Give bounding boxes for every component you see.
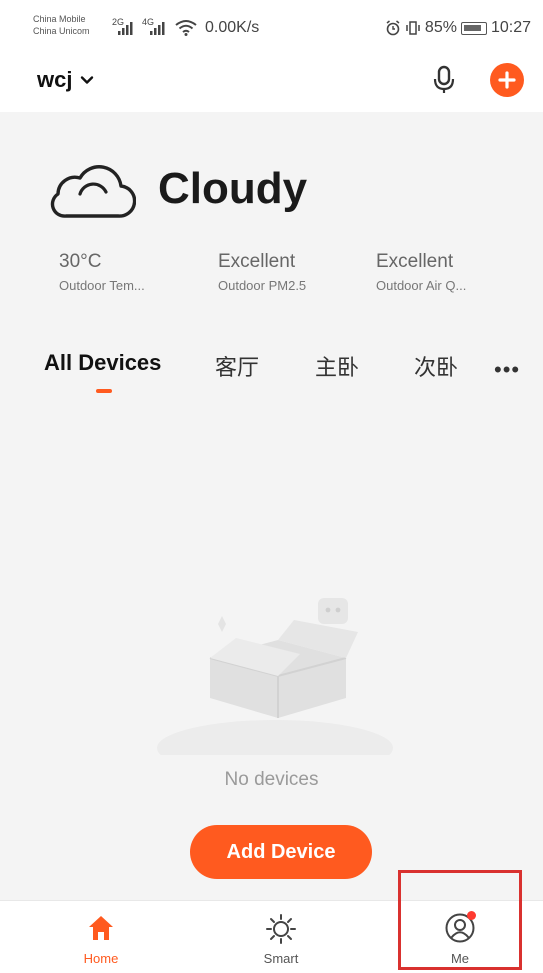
add-device-button[interactable]: Add Device [190, 825, 372, 879]
alarm-icon [386, 20, 400, 36]
signal-1-icon [118, 22, 133, 35]
nav-home-label: Home [83, 951, 119, 966]
nav-me[interactable]: Me [400, 901, 520, 973]
nav-smart[interactable]: Smart [221, 901, 341, 973]
nav-smart-label: Smart [263, 951, 299, 966]
notification-badge [467, 911, 476, 920]
app-header: wcj [0, 50, 543, 112]
tab-all-devices[interactable]: All Devices [44, 350, 161, 376]
signal-2-icon [150, 22, 165, 35]
home-name: wcj [37, 67, 73, 92]
network-speed: 0.00K/s [205, 19, 260, 36]
cloud-icon [50, 165, 136, 218]
add-button[interactable] [490, 63, 524, 97]
battery-icon [460, 21, 487, 35]
battery-percent: 85% [424, 19, 457, 36]
metric-value: 30°C [59, 251, 102, 272]
sun-icon [266, 914, 296, 944]
carrier-info: China Mobile China Unicom [33, 13, 90, 37]
metric-pm25: Excellent Outdoor PM2.5 [218, 251, 368, 293]
more-tabs-button[interactable]: ••• [494, 357, 520, 383]
bottom-nav: Home Smart Me [0, 900, 543, 973]
weather-condition: Cloudy [158, 164, 308, 213]
metric-label: Outdoor Air Q... [376, 278, 467, 293]
vibrate-icon [406, 21, 420, 35]
tab-second-bedroom[interactable]: 次卧 [414, 350, 458, 382]
metric-air-quality: Excellent Outdoor Air Q... [376, 251, 526, 293]
carrier-2: China Unicom [33, 26, 90, 36]
home-selector[interactable]: wcj [37, 67, 94, 93]
metric-value: Excellent [218, 251, 296, 272]
tab-living-room[interactable]: 客厅 [215, 350, 259, 382]
active-tab-indicator [96, 389, 112, 393]
wifi-icon [175, 20, 197, 36]
nav-me-label: Me [450, 951, 470, 966]
metric-value: Excellent [376, 251, 454, 272]
plus-icon [498, 71, 516, 89]
microphone-icon [433, 65, 455, 93]
clock-time: 10:27 [490, 19, 531, 36]
metric-label: Outdoor PM2.5 [218, 278, 307, 293]
tab-master-bedroom[interactable]: 主卧 [315, 350, 359, 382]
chevron-down-icon [81, 76, 94, 84]
nav-home[interactable]: Home [41, 901, 161, 973]
metric-label: Outdoor Tem... [59, 278, 145, 293]
status-right: 85% 10:27 [385, 19, 531, 37]
status-bar: China Mobile China Unicom 2G 4G 0.00K/s … [0, 0, 543, 50]
room-tabs: All Devices 客厅 主卧 次卧 ••• [0, 350, 543, 400]
empty-box-illustration [157, 598, 393, 755]
me-icon-wrap [443, 911, 477, 945]
voice-button[interactable] [428, 63, 460, 97]
empty-state-message: No devices [224, 769, 319, 790]
carrier-1: China Mobile [33, 14, 86, 24]
metric-temperature: 30°C Outdoor Tem... [59, 251, 209, 293]
home-icon [89, 916, 113, 940]
